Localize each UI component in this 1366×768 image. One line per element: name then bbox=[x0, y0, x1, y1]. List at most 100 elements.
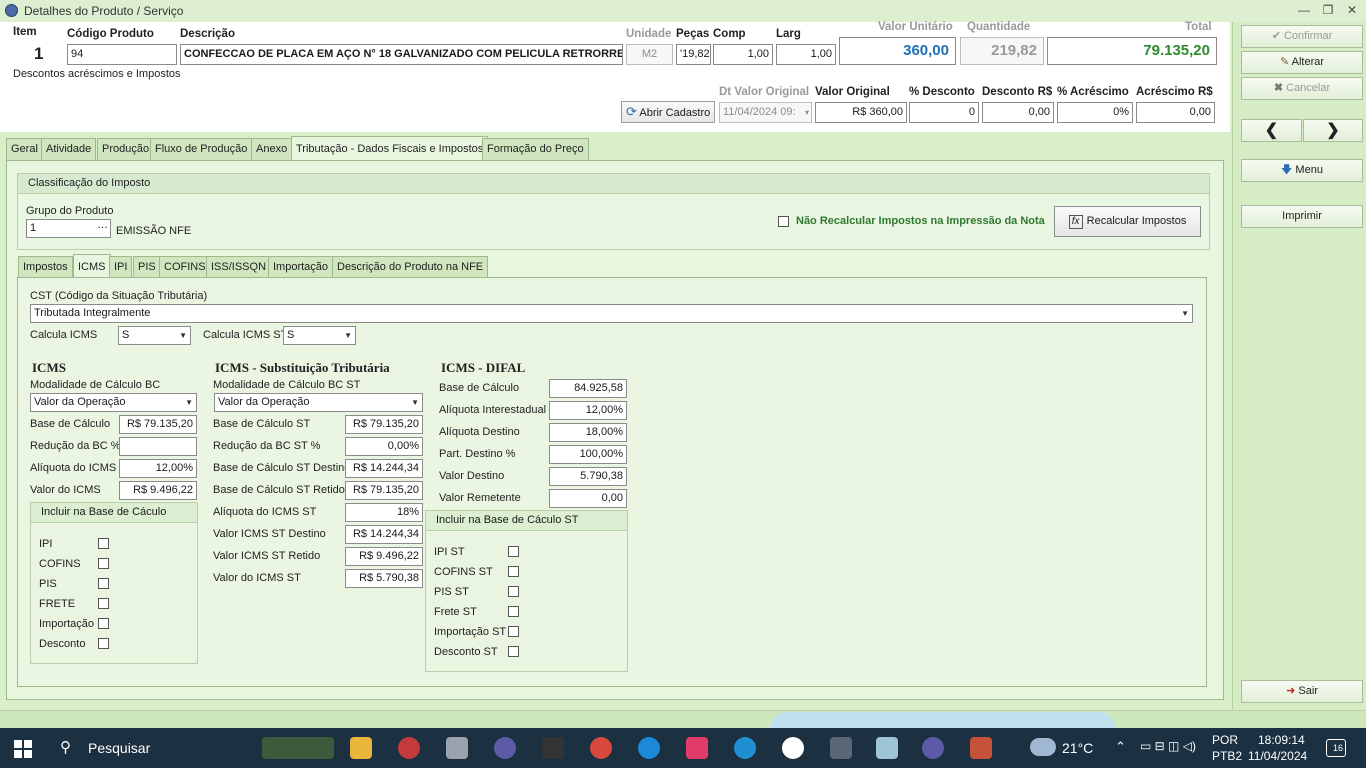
recalcular-impostos-button[interactable]: fx Recalcular Impostos bbox=[1054, 206, 1201, 237]
close-icon[interactable]: ✕ bbox=[1342, 2, 1362, 18]
icms-valor-input[interactable]: R$ 9.496,22 bbox=[119, 481, 197, 500]
incluir-frete-checkbox[interactable] bbox=[98, 598, 109, 609]
quantidade-input[interactable]: 219,82 bbox=[960, 37, 1044, 65]
tab-iss[interactable]: ISS/ISSQN bbox=[206, 256, 272, 278]
cst-select[interactable]: Tributada Integralmente ▼ bbox=[30, 304, 1193, 323]
icms-base-input[interactable]: R$ 79.135,20 bbox=[119, 415, 197, 434]
github-icon[interactable] bbox=[782, 737, 804, 759]
difal-valor-destino-input[interactable]: 5.790,38 bbox=[549, 467, 627, 486]
difal-interestadual-input[interactable]: 12,00% bbox=[549, 401, 627, 420]
tab-anexo[interactable]: Anexo bbox=[251, 138, 293, 160]
cancelar-button[interactable]: ✖ Cancelar bbox=[1241, 77, 1363, 100]
icms-modalidade-select[interactable]: Valor da Operação ▼ bbox=[30, 393, 197, 412]
imprimir-button[interactable]: Imprimir bbox=[1241, 205, 1363, 228]
st-reducao-input[interactable]: 0,00% bbox=[345, 437, 423, 456]
windows-start-icon[interactable] bbox=[14, 740, 32, 758]
pct-desconto-input[interactable]: 0 bbox=[909, 102, 979, 123]
incluir-cofins-checkbox[interactable] bbox=[98, 558, 109, 569]
difal-base-input[interactable]: 84.925,58 bbox=[549, 379, 627, 398]
keyboard-layout-label[interactable]: PTB2 bbox=[1212, 749, 1242, 763]
calcula-icms-select[interactable]: S ▼ bbox=[118, 326, 191, 345]
chevron-up-icon[interactable]: ⌃ bbox=[1115, 739, 1126, 755]
st-base-retido-input[interactable]: R$ 79.135,20 bbox=[345, 481, 423, 500]
tray-icons[interactable]: ▭ ⊟ ◫ ◁) bbox=[1140, 739, 1196, 753]
incluir-pis-checkbox[interactable] bbox=[98, 578, 109, 589]
icms-aliquota-input[interactable]: 12,00% bbox=[119, 459, 197, 478]
st-valor-icms-input[interactable]: R$ 5.790,38 bbox=[345, 569, 423, 588]
incluir-desconto-checkbox[interactable] bbox=[98, 638, 109, 649]
clock-date[interactable]: 11/04/2024 bbox=[1248, 749, 1307, 763]
abrir-cadastro-button[interactable]: ⟳ Abrir Cadastro bbox=[621, 101, 715, 123]
app-icon-3[interactable] bbox=[970, 737, 992, 759]
chrome-icon[interactable] bbox=[590, 737, 612, 759]
slack-icon[interactable] bbox=[686, 737, 708, 759]
tab-tributacao[interactable]: Tributação - Dados Fiscais e Impostos bbox=[291, 136, 489, 160]
incluir-pis-st-checkbox[interactable] bbox=[508, 586, 519, 597]
pecas-input[interactable]: '19,82 bbox=[676, 44, 711, 65]
sair-button[interactable]: ➜ Sair bbox=[1241, 680, 1363, 703]
st-valor-destino-input[interactable]: R$ 14.244,34 bbox=[345, 525, 423, 544]
icms-reducao-input[interactable] bbox=[119, 437, 197, 456]
tab-pis[interactable]: PIS bbox=[133, 256, 161, 278]
valor-original-input[interactable]: R$ 360,00 bbox=[815, 102, 907, 123]
grupo-input[interactable]: 1… bbox=[26, 219, 111, 238]
difal-remetente-input[interactable]: 0,00 bbox=[549, 489, 627, 508]
st-valor-retido-input[interactable]: R$ 9.496,22 bbox=[345, 547, 423, 566]
st-aliquota-input[interactable]: 18% bbox=[345, 503, 423, 522]
tab-importacao[interactable]: Importação bbox=[268, 256, 334, 278]
pct-acrescimo-input[interactable]: 0% bbox=[1057, 102, 1133, 123]
incluir-importacao-st-checkbox[interactable] bbox=[508, 626, 519, 637]
language-label[interactable]: POR bbox=[1212, 733, 1238, 747]
tab-formacao-preco[interactable]: Formação do Preço bbox=[482, 138, 589, 160]
database-icon[interactable] bbox=[446, 737, 468, 759]
st-base-input[interactable]: R$ 79.135,20 bbox=[345, 415, 423, 434]
icms-st-modalidade-select[interactable]: Valor da Operação ▼ bbox=[214, 393, 423, 412]
next-button[interactable]: ❯ bbox=[1303, 119, 1363, 142]
unidade-input[interactable]: M2 bbox=[626, 44, 673, 65]
search-highlight-icon[interactable] bbox=[262, 737, 334, 759]
app-icon-2[interactable] bbox=[922, 737, 944, 759]
tab-icms[interactable]: ICMS bbox=[73, 254, 111, 278]
edge-icon[interactable] bbox=[734, 737, 756, 759]
app-icon-1[interactable] bbox=[494, 737, 516, 759]
dx-app-icon[interactable] bbox=[398, 737, 420, 759]
tab-fluxo-producao[interactable]: Fluxo de Produção bbox=[150, 138, 253, 160]
alterar-button[interactable]: ✎ Alterar bbox=[1241, 51, 1363, 74]
difal-part-input[interactable]: 100,00% bbox=[549, 445, 627, 464]
comp-input[interactable]: 1,00 bbox=[713, 44, 773, 65]
menu-button[interactable]: 🡇 Menu bbox=[1241, 159, 1363, 182]
clock-time[interactable]: 18:09:14 bbox=[1258, 733, 1305, 747]
tab-atividade[interactable]: Atividade bbox=[41, 138, 97, 160]
notepad-icon[interactable] bbox=[876, 737, 898, 759]
valor-unitario-input[interactable]: 360,00 bbox=[839, 37, 956, 65]
3cx-icon[interactable] bbox=[542, 737, 564, 759]
descricao-input[interactable]: CONFECCAO DE PLACA EM AÇO N° 18 GALVANIZ… bbox=[180, 44, 623, 65]
tab-descricao-nfe[interactable]: Descrição do Produto na NFE bbox=[332, 256, 489, 278]
taskbar-search[interactable]: ⚲ Pesquisar bbox=[48, 728, 253, 768]
tab-producao[interactable]: Produção bbox=[97, 138, 155, 160]
tab-cofins[interactable]: COFINS bbox=[159, 256, 211, 278]
previous-button[interactable]: ❮ bbox=[1241, 119, 1302, 142]
minimize-icon[interactable]: — bbox=[1294, 2, 1314, 18]
nao-recalcular-checkbox[interactable] bbox=[778, 216, 789, 227]
st-base-destino-input[interactable]: R$ 14.244,34 bbox=[345, 459, 423, 478]
incluir-cofins-st-checkbox[interactable] bbox=[508, 566, 519, 577]
incluir-frete-st-checkbox[interactable] bbox=[508, 606, 519, 617]
dt-valor-original-input[interactable]: 11/04/2024 09: ▾ bbox=[719, 102, 812, 123]
incluir-desconto-st-checkbox[interactable] bbox=[508, 646, 519, 657]
incluir-ipi-st-checkbox[interactable] bbox=[508, 546, 519, 557]
incluir-ipi-checkbox[interactable] bbox=[98, 538, 109, 549]
difal-destino-input[interactable]: 18,00% bbox=[549, 423, 627, 442]
incluir-importacao-checkbox[interactable] bbox=[98, 618, 109, 629]
notification-icon[interactable]: 16 bbox=[1326, 739, 1346, 757]
file-explorer-icon[interactable] bbox=[350, 737, 372, 759]
tab-geral[interactable]: Geral bbox=[6, 138, 43, 160]
tab-ipi[interactable]: IPI bbox=[109, 256, 133, 278]
acrescimo-rs-input[interactable]: 0,00 bbox=[1136, 102, 1215, 123]
desconto-rs-input[interactable]: 0,00 bbox=[982, 102, 1054, 123]
weather-icon[interactable] bbox=[1030, 738, 1056, 756]
total-input[interactable]: 79.135,20 bbox=[1047, 37, 1217, 65]
calculator-icon[interactable] bbox=[830, 737, 852, 759]
calcula-icms-st-select[interactable]: S ▼ bbox=[283, 326, 356, 345]
confirmar-button[interactable]: ✔ Confirmar bbox=[1241, 25, 1363, 48]
